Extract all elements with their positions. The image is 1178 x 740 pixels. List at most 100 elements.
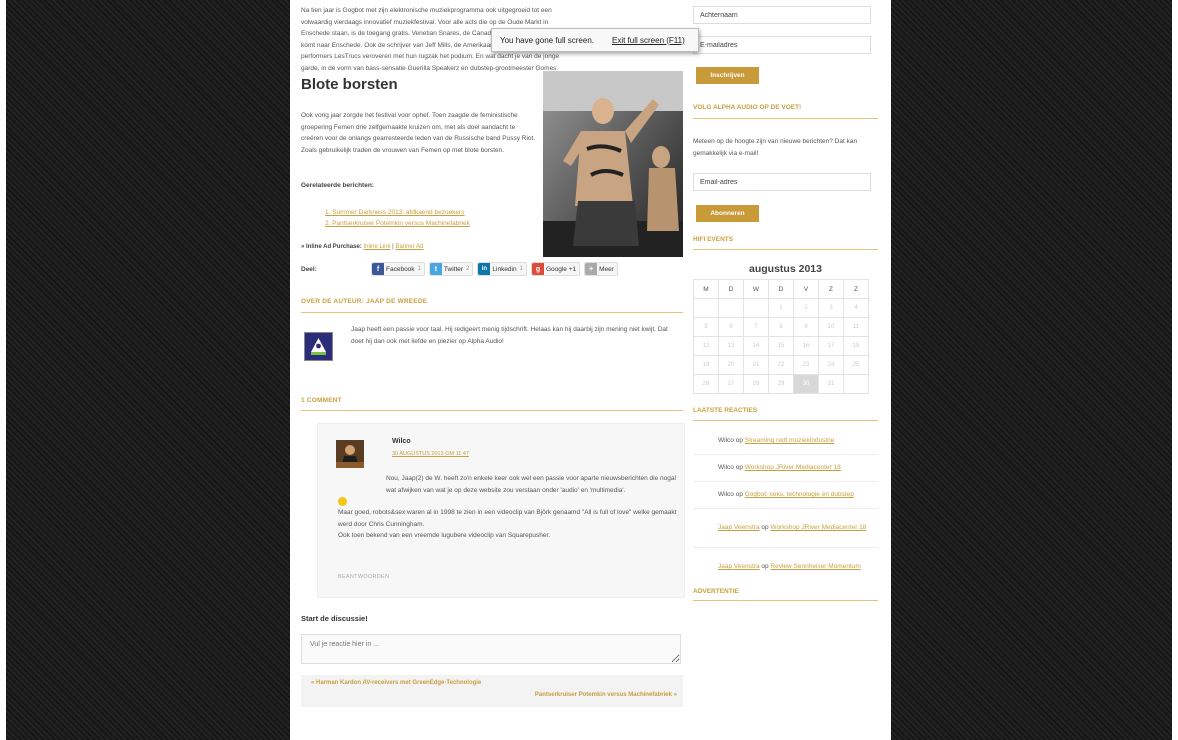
related-item[interactable]: 2. Pantserkruiser Potemkin versus Machin… [325,218,470,229]
share-button-label: Twitter [443,265,464,273]
comment-author: Wilco [392,438,411,445]
calendar-day-header: D [718,279,744,299]
share-more-button[interactable]: + Meer [584,262,618,276]
reactions-heading: LAATSTE REACTIES [693,407,758,414]
share-facebook-button[interactable]: f Facebook 1 [371,262,425,276]
comment-input[interactable] [301,634,681,664]
inline-ad-separator: | [392,244,394,250]
calendar-day[interactable]: 31 [818,374,844,394]
previous-post-link[interactable]: « Harman Kardon AV-receivers met GreenEd… [311,680,481,686]
related-link[interactable]: 1. Summer Darkness 2013: afdkaend bezoek… [325,209,464,216]
calendar-day[interactable]: 29 [768,374,794,394]
comment-text: Ook toen bekend van een vreemde lugubere… [338,532,551,539]
reply-link[interactable]: BEANTWOORDEN [338,574,389,580]
reaction-post-link[interactable]: Gogbot: seks, technologie en dubstep [745,491,854,498]
calendar-day[interactable]: 9 [793,317,819,337]
reaction-post-link[interactable]: Streaming redt muziekindustrie [745,437,835,444]
lastname-field[interactable] [693,6,871,24]
calendar-day[interactable]: 13 [718,336,744,356]
calendar-day [843,374,869,394]
calendar-day-header: D [768,279,794,299]
follow-rule [693,118,878,119]
reaction-post-link[interactable]: Workshop JRiver Mediacenter 18 [745,464,841,471]
share-button-label: Meer [599,265,614,273]
calendar-day[interactable]: 23 [793,355,819,375]
calendar-header-row: M D W D V Z Z [693,279,869,299]
avatar [336,440,364,468]
calendar-day[interactable]: 18 [843,336,869,356]
reaction-op: op [761,524,769,531]
calendar-day[interactable]: 24 [818,355,844,375]
calendar-day[interactable]: 17 [818,336,844,356]
author-rule [301,312,683,313]
calendar-day [693,298,719,318]
comments-heading: 1 COMMENT [301,397,342,404]
article-heading: Blote borsten [301,76,398,93]
comment-text: Nou, Jaap(2) de W. heeft zo'n enkele kee… [386,475,676,494]
exit-fullscreen-link[interactable]: Exit full screen (F11) [612,36,685,45]
calendar-day [718,298,744,318]
calendar-day[interactable]: 30 [793,374,819,394]
share-button-label: Facebook [386,265,415,273]
newsletter-email-input[interactable] [693,173,871,191]
calendar-day[interactable]: 26 [693,374,719,394]
calendar-day[interactable]: 28 [743,374,769,394]
calendar-day[interactable]: 20 [718,355,744,375]
calendar-day[interactable]: 8 [768,317,794,337]
calendar-day[interactable]: 1 [768,298,794,318]
calendar-title: augustus 2013 [749,263,822,275]
calendar-day[interactable]: 25 [843,355,869,375]
calendar-day[interactable]: 5 [693,317,719,337]
calendar-day-header: Z [818,279,844,299]
email-field[interactable] [693,36,871,54]
post-navigation: « Harman Kardon AV-receivers met GreenEd… [301,675,683,707]
calendar-day[interactable]: 3 [818,298,844,318]
related-link[interactable]: 2. Pantserkruiser Potemkin versus Machin… [325,220,470,227]
reaction-op: op [735,437,743,444]
reaction-post-link[interactable]: Workshop JRiver Mediacenter 18 [770,524,866,531]
related-item[interactable]: 1. Summer Darkness 2013: afdkaend bezoek… [325,207,470,218]
banner-ad-link[interactable]: Banner Ad [395,244,423,250]
calendar-day[interactable]: 27 [718,374,744,394]
comment-date[interactable]: 30 AUGUSTUS 2013 OM 11:47 [392,451,469,457]
article-photo [543,71,683,257]
related-heading: Gerelateerde berichten: [301,182,374,189]
calendar-day[interactable]: 16 [793,336,819,356]
comment-body: Nou, Jaap(2) de W. heeft zo'n enkele kee… [338,473,678,542]
calendar-week-row: 1234 [693,298,869,318]
reaction-author-link[interactable]: Jaap Veenstra [718,524,760,531]
share-google-plus-button[interactable]: g Google +1 [530,262,581,276]
calendar-day[interactable]: 10 [818,317,844,337]
calendar-day[interactable]: 22 [768,355,794,375]
calendar-week-row: 12 13 14 15 16 17 18 [693,336,869,356]
next-post-link[interactable]: Pantserkruiser Potemkin versus Machinefa… [535,692,677,698]
share-button-label: Linkedin [492,265,517,273]
calendar-day[interactable]: 4 [843,298,869,318]
fullscreen-notice: You have gone full screen. Exit full scr… [491,28,699,52]
calendar-day[interactable]: 21 [743,355,769,375]
calendar-day[interactable]: 19 [693,355,719,375]
abonneren-button[interactable]: Abonneren [696,205,759,222]
reaction-op: op [735,464,743,471]
author-box: Jaap heeft een passie voor taal. Hij red… [301,320,683,380]
calendar-day[interactable]: 2 [793,298,819,318]
reactions-rule [693,420,878,421]
inline-link[interactable]: Inline Link [363,244,390,250]
share-count: 1 [519,266,523,272]
calendar-week-row: 5 6 7 8 9 10 11 [693,317,869,337]
calendar-day[interactable]: 15 [768,336,794,356]
calendar-day[interactable]: 7 [743,317,769,337]
subscribe-button[interactable]: Inschrijven [696,67,759,84]
calendar-day[interactable]: 6 [718,317,744,337]
calendar-day[interactable]: 11 [843,317,869,337]
reaction-author-link[interactable]: Jaap Veenstra [718,563,760,570]
reaction-post-link[interactable]: Review Sennheiser Momentum [770,563,860,570]
calendar-day[interactable]: 14 [743,336,769,356]
author-heading: OVER DE AUTEUR: JAAP DE WREEDE [301,298,428,305]
advertisement-rule [693,600,878,601]
share-linkedin-button[interactable]: in Linkedin 1 [477,262,527,276]
share-twitter-button[interactable]: t Twitter 2 [428,262,474,276]
inline-ad-label: » Inline Ad Purchase: [301,244,362,250]
calendar-day[interactable]: 12 [693,336,719,356]
page-content: Na tien jaar is Gogbot met zijn elektron… [290,0,891,740]
